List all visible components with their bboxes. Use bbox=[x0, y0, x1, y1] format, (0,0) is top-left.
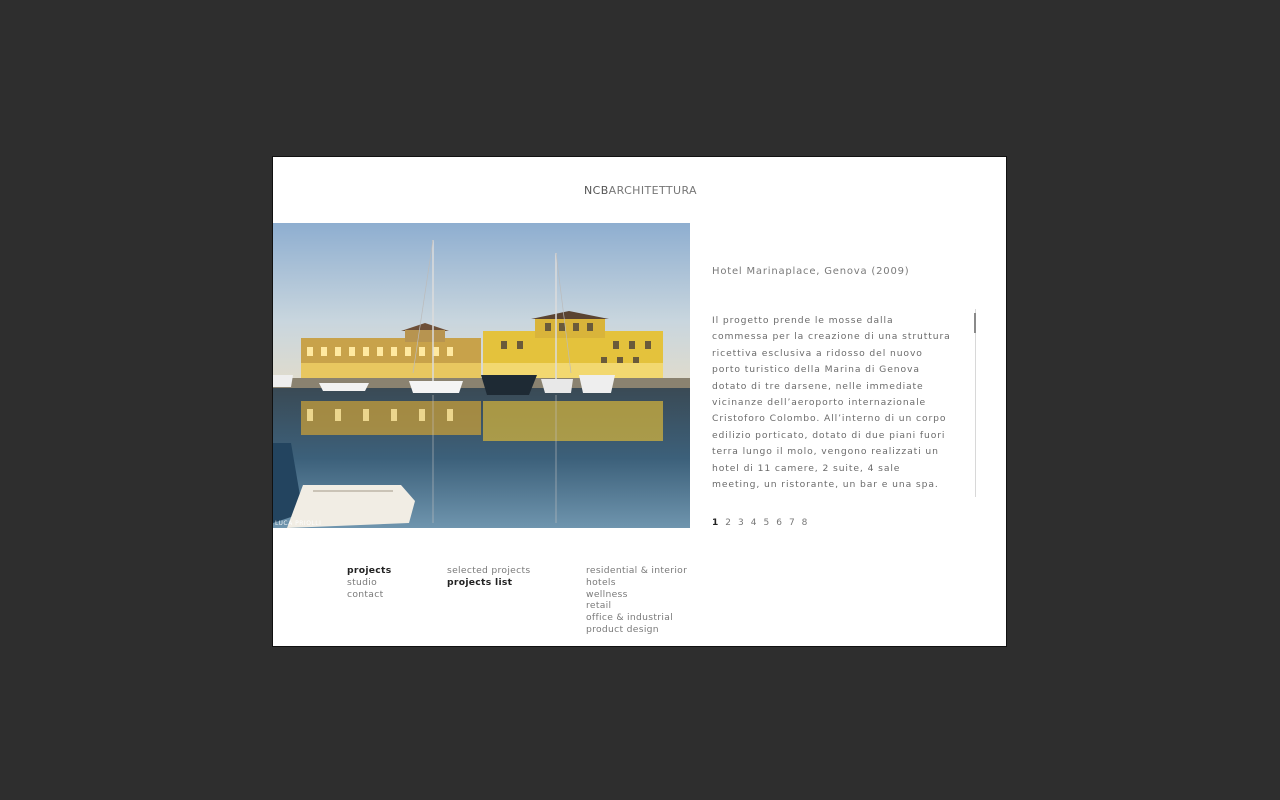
pager-page-7[interactable]: 7 bbox=[789, 518, 795, 528]
description-scrollbar-thumb[interactable] bbox=[974, 313, 976, 333]
main-nav: projects studio contact bbox=[347, 565, 392, 600]
subnav-projects-list[interactable]: projects list bbox=[447, 577, 530, 589]
image-pager: 1 2 3 4 5 6 7 8 bbox=[712, 518, 807, 528]
project-title: Hotel Marinaplace, Genova (2009) bbox=[712, 266, 910, 277]
category-residential-interior[interactable]: residential & interior bbox=[586, 565, 687, 577]
pager-page-5[interactable]: 5 bbox=[763, 518, 769, 528]
nav-projects[interactable]: projects bbox=[347, 565, 392, 577]
category-nav: residential & interior hotels wellness r… bbox=[586, 565, 687, 636]
photo-credit: LUCA PRIOLLI bbox=[275, 520, 322, 527]
site-frame: NCBARCHITETTURA LUCA PRIOLLI Hotel Marin… bbox=[272, 156, 1007, 647]
project-photo: LUCA PRIOLLI bbox=[273, 223, 690, 528]
projects-subnav: selected projects projects list bbox=[447, 565, 530, 589]
nav-studio[interactable]: studio bbox=[347, 577, 392, 589]
pager-page-3[interactable]: 3 bbox=[738, 518, 744, 528]
pager-page-4[interactable]: 4 bbox=[751, 518, 757, 528]
pager-page-6[interactable]: 6 bbox=[776, 518, 782, 528]
category-wellness[interactable]: wellness bbox=[586, 589, 687, 601]
pager-page-1[interactable]: 1 bbox=[712, 518, 718, 528]
site-logo[interactable]: NCBARCHITETTURA bbox=[273, 184, 1006, 197]
category-hotels[interactable]: hotels bbox=[586, 577, 687, 589]
project-description: Il progetto prende le mosse dalla commes… bbox=[712, 315, 951, 491]
logo-bold-text: NCB bbox=[584, 184, 609, 197]
pager-page-8[interactable]: 8 bbox=[802, 518, 808, 528]
description-scrollbar-track[interactable] bbox=[975, 309, 976, 497]
category-retail[interactable]: retail bbox=[586, 600, 687, 612]
category-product-design[interactable]: product design bbox=[586, 624, 687, 636]
category-office-industrial[interactable]: office & industrial bbox=[586, 612, 687, 624]
nav-contact[interactable]: contact bbox=[347, 589, 392, 601]
logo-rest-text: ARCHITETTURA bbox=[608, 184, 697, 197]
pager-page-2[interactable]: 2 bbox=[725, 518, 731, 528]
subnav-selected-projects[interactable]: selected projects bbox=[447, 565, 530, 577]
